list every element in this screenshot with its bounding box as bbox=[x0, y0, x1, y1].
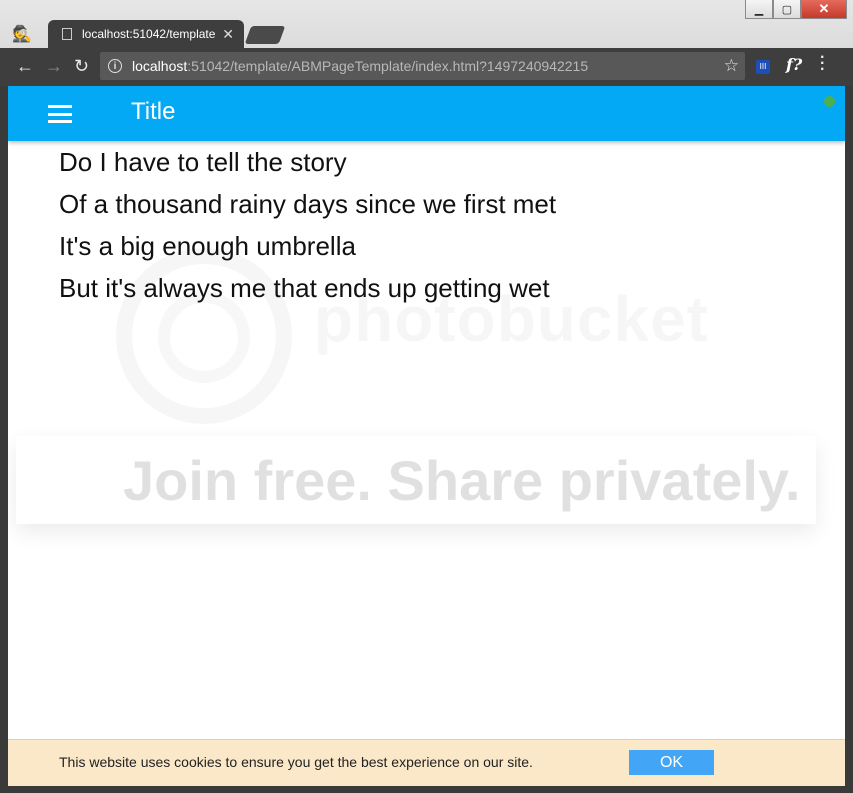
page-title: Title bbox=[131, 98, 176, 125]
browser-window: 🕵 localhost:51042/template ✕ ▁ ▢ ✕ ← → ↻… bbox=[0, 0, 853, 793]
extension-icon[interactable]: III bbox=[756, 60, 770, 74]
title-bar: 🕵 localhost:51042/template ✕ ▁ ▢ ✕ bbox=[0, 0, 853, 48]
window-controls: ▁ ▢ ✕ bbox=[745, 0, 847, 20]
minimize-button[interactable]: ▁ bbox=[745, 0, 773, 19]
cookie-message: This website uses cookies to ensure you … bbox=[59, 754, 533, 770]
app-bar: Title bbox=[8, 86, 845, 141]
url-host: localhost bbox=[132, 58, 188, 74]
lyric-line: Of a thousand rainy days since we first … bbox=[59, 189, 557, 219]
address-bar[interactable]: i localhost:51042/template/ABMPageTempla… bbox=[100, 52, 745, 80]
reload-icon[interactable]: ↻ bbox=[74, 56, 89, 77]
forward-arrow-icon[interactable]: → bbox=[45, 56, 63, 77]
maximize-button[interactable]: ▢ bbox=[773, 0, 801, 19]
lyric-line: But it's always me that ends up getting … bbox=[59, 273, 550, 303]
cookie-ok-button[interactable]: OK bbox=[629, 750, 714, 775]
formula-extension-icon[interactable]: f? bbox=[786, 55, 802, 74]
tab-title: localhost:51042/template bbox=[82, 27, 216, 41]
page-icon bbox=[62, 28, 72, 40]
lyric-line: It's a big enough umbrella bbox=[59, 231, 356, 261]
status-indicator bbox=[824, 96, 835, 107]
back-arrow-icon[interactable]: ← bbox=[16, 56, 34, 77]
bookmark-star-icon[interactable]: ☆ bbox=[724, 56, 739, 76]
lyrics-block: Do I have to tell the story Of a thousan… bbox=[59, 147, 556, 315]
close-tab-icon[interactable]: ✕ bbox=[222, 26, 234, 43]
info-icon[interactable]: i bbox=[108, 59, 122, 73]
browser-menu-icon[interactable]: · · · bbox=[820, 50, 825, 78]
url-path: :51042/template/ABMPageTemplate/index.ht… bbox=[187, 58, 589, 74]
browser-tab[interactable]: localhost:51042/template ✕ bbox=[48, 20, 244, 48]
browser-toolbar: ← → ↻ i localhost:51042/template/ABMPage… bbox=[0, 48, 853, 86]
incognito-icon: 🕵 bbox=[12, 26, 32, 43]
hamburger-menu-icon[interactable] bbox=[48, 105, 72, 123]
new-tab-button[interactable] bbox=[244, 26, 286, 44]
watermark-slogan: Join free. Share privately. bbox=[123, 449, 801, 512]
page-viewport: photobucket Join free. Share privately. … bbox=[8, 86, 845, 786]
cookie-banner: This website uses cookies to ensure you … bbox=[8, 739, 845, 786]
lyric-line: Do I have to tell the story bbox=[59, 147, 347, 177]
window-bottom-border bbox=[0, 786, 853, 793]
close-window-button[interactable]: ✕ bbox=[801, 0, 847, 19]
